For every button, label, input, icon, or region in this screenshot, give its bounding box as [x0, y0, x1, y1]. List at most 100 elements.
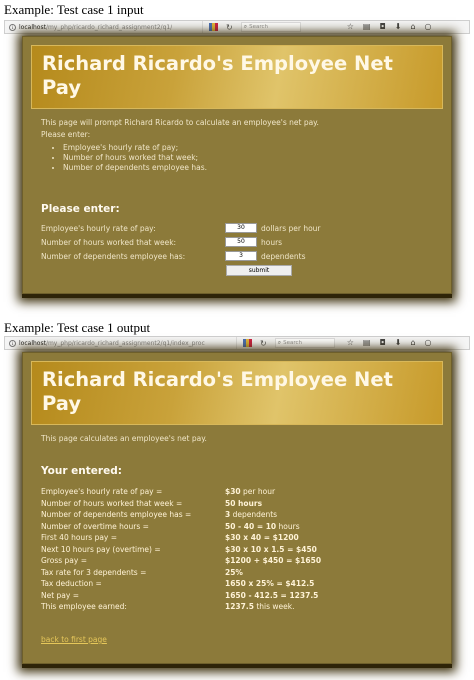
home-icon[interactable]: ⌂ [410, 22, 415, 32]
intro-text: This page will prompt Richard Ricardo to… [41, 117, 439, 173]
result-value: 3 dependents [225, 510, 277, 521]
submit-button[interactable]: submit [226, 265, 292, 276]
result-value-bold: 1650 - 412.5 = 1237.5 [225, 590, 319, 600]
url-host: localhost [19, 339, 46, 347]
result-label: Number of hours worked that week = [41, 498, 183, 508]
result-row: Tax deduction = 1650 x 25% = $412.5 [41, 579, 421, 590]
input-caption: Example: Test case 1 input [4, 2, 144, 17]
reader-icon[interactable] [243, 339, 252, 347]
reload-icon[interactable]: ↻ [260, 339, 267, 348]
hours-row: Number of hours worked that week: 50 hou… [41, 236, 341, 248]
url-bar[interactable]: i localhost /my_php/ricardo_richard_assi… [5, 337, 237, 349]
url-bar[interactable]: i localhost /my_php/ricardo_richard_assi… [5, 21, 203, 33]
result-row: Net pay = 1650 - 412.5 = 1237.5 [41, 591, 421, 602]
output-page: Richard Ricardo's Employee Net Pay This … [22, 352, 452, 664]
intro-line: This page will prompt Richard Ricardo to… [41, 118, 319, 127]
url-path: /my_php/ricardo_richard_assignment2/q1/ [45, 23, 173, 31]
result-label: Next 10 hours pay (overtime) = [41, 544, 161, 554]
pocket-icon[interactable]: ◘ [379, 338, 385, 348]
result-label: Number of dependents employee has = [41, 510, 192, 519]
result-label: Tax deduction = [41, 579, 102, 588]
result-value: $30 x 10 x 1.5 = $450 [225, 545, 317, 556]
hours-unit: hours [261, 237, 283, 247]
search-placeholder: Search [249, 24, 268, 30]
result-value: 50 - 40 = 10 hours [225, 522, 300, 533]
intro-text: This page calculates an employee's net p… [41, 434, 207, 443]
output-caption: Example: Test case 1 output [4, 320, 151, 335]
info-icon[interactable]: i [9, 23, 16, 31]
result-value-bold: 50 hours [225, 498, 263, 508]
search-icon: ⌕ [243, 23, 248, 30]
rate-input[interactable]: 30 [225, 223, 257, 233]
result-row: Number of dependents employee has = 3 dep… [41, 510, 421, 521]
result-row: Gross pay = $1200 + $450 = $1650 [41, 556, 421, 567]
result-value: 1650 x 25% = $412.5 [225, 579, 314, 590]
chat-icon[interactable]: ○ [425, 338, 432, 348]
info-icon[interactable]: i [9, 339, 16, 347]
reload-icon[interactable]: ↻ [226, 23, 233, 32]
reader-icon[interactable] [209, 23, 218, 31]
result-value-bold: $30 x 10 x 1.5 = $450 [225, 544, 317, 554]
url-host: localhost [19, 23, 46, 31]
star-icon[interactable]: ☆ [347, 338, 354, 348]
result-label: Tax rate for 3 dependents = [41, 567, 147, 577]
input-page: Richard Ricardo's Employee Net Pay This … [22, 36, 452, 294]
result-value-bold: 1650 x 25% = $412.5 [225, 579, 315, 588]
rate-unit: dollars per hour [261, 223, 321, 233]
result-value-bold: 1237.5 [225, 602, 254, 611]
search-placeholder: Search [283, 340, 302, 346]
chat-icon[interactable]: ○ [425, 22, 432, 32]
result-label: Gross pay = [41, 556, 87, 565]
result-value-bold: $30 [225, 487, 241, 496]
result-label: Net pay = [41, 590, 80, 600]
result-value: $30 per hour [225, 487, 275, 498]
result-row: Employee's hourly rate of pay = $30 per h… [41, 487, 421, 498]
list-item: Number of dependents employee has. [63, 163, 439, 173]
page-title: Richard Ricardo's Employee Net Pay [42, 368, 393, 415]
result-value: 1650 - 412.5 = 1237.5 [225, 591, 318, 602]
library-icon[interactable]: ▤ [363, 22, 371, 32]
title-banner: Richard Ricardo's Employee Net Pay [31, 361, 443, 425]
back-link[interactable]: back to first page [41, 635, 107, 644]
result-row: Number of overtime hours = 50 - 40 = 10 h… [41, 522, 421, 533]
browser-toolbar: i localhost /my_php/ricardo_richard_assi… [4, 336, 470, 350]
dependents-row: Number of dependents employee has: 3 dep… [41, 250, 341, 262]
dependents-input[interactable]: 3 [225, 251, 257, 261]
page-title: Richard Ricardo's Employee Net Pay [42, 52, 393, 99]
result-label: This employee earned: [41, 602, 127, 611]
result-row: Next 10 hours pay (overtime) = $30 x 10 x… [41, 545, 421, 556]
result-value-bold: $30 x 40 = $1200 [225, 533, 299, 542]
result-value-rest: dependents [230, 510, 278, 519]
browser-toolbar: i localhost /my_php/ricardo_richard_assi… [4, 20, 470, 34]
result-label: First 40 hours pay = [41, 533, 118, 542]
download-icon[interactable]: ⬇ [395, 338, 402, 348]
star-icon[interactable]: ☆ [347, 22, 354, 32]
result-label: Employee's hourly rate of pay = [41, 487, 163, 496]
download-icon[interactable]: ⬇ [395, 22, 402, 32]
result-value: 25% [225, 568, 243, 579]
home-icon[interactable]: ⌂ [410, 338, 415, 348]
hours-input[interactable]: 50 [225, 237, 257, 247]
instruction-list: Employee's hourly rate of pay; Number of… [41, 143, 439, 173]
rate-row: Employee's hourly rate of pay: 30 dollar… [41, 222, 341, 234]
search-box[interactable]: ⌕ Search [274, 338, 335, 348]
list-item: Employee's hourly rate of pay; [63, 143, 439, 153]
intro-line: Please enter: [41, 130, 91, 139]
list-item: Number of hours worked that week; [63, 153, 439, 163]
pocket-icon[interactable]: ◘ [379, 22, 385, 32]
title-banner: Richard Ricardo's Employee Net Pay [31, 45, 443, 109]
form-heading: Please enter: [41, 203, 120, 215]
result-row: Tax rate for 3 dependents = 25% [41, 568, 421, 579]
hours-label: Number of hours worked that week: [41, 237, 177, 247]
search-box[interactable]: ⌕ Search [240, 22, 301, 32]
library-icon[interactable]: ▤ [363, 338, 371, 348]
result-label: Number of overtime hours = [41, 521, 149, 531]
input-page-frame: Richard Ricardo's Employee Net Pay This … [22, 36, 452, 298]
result-value: $30 x 40 = $1200 [225, 533, 299, 544]
rate-label: Employee's hourly rate of pay: [41, 223, 156, 233]
url-path: /my_php/ricardo_richard_assignment2/q1/i… [45, 339, 205, 347]
result-value-rest: per hour [240, 487, 276, 496]
result-value-bold: 50 - 40 = 10 [225, 521, 277, 531]
dependents-unit: dependents [261, 251, 306, 261]
result-row: This employee earned: 1237.5 this week. [41, 602, 421, 613]
